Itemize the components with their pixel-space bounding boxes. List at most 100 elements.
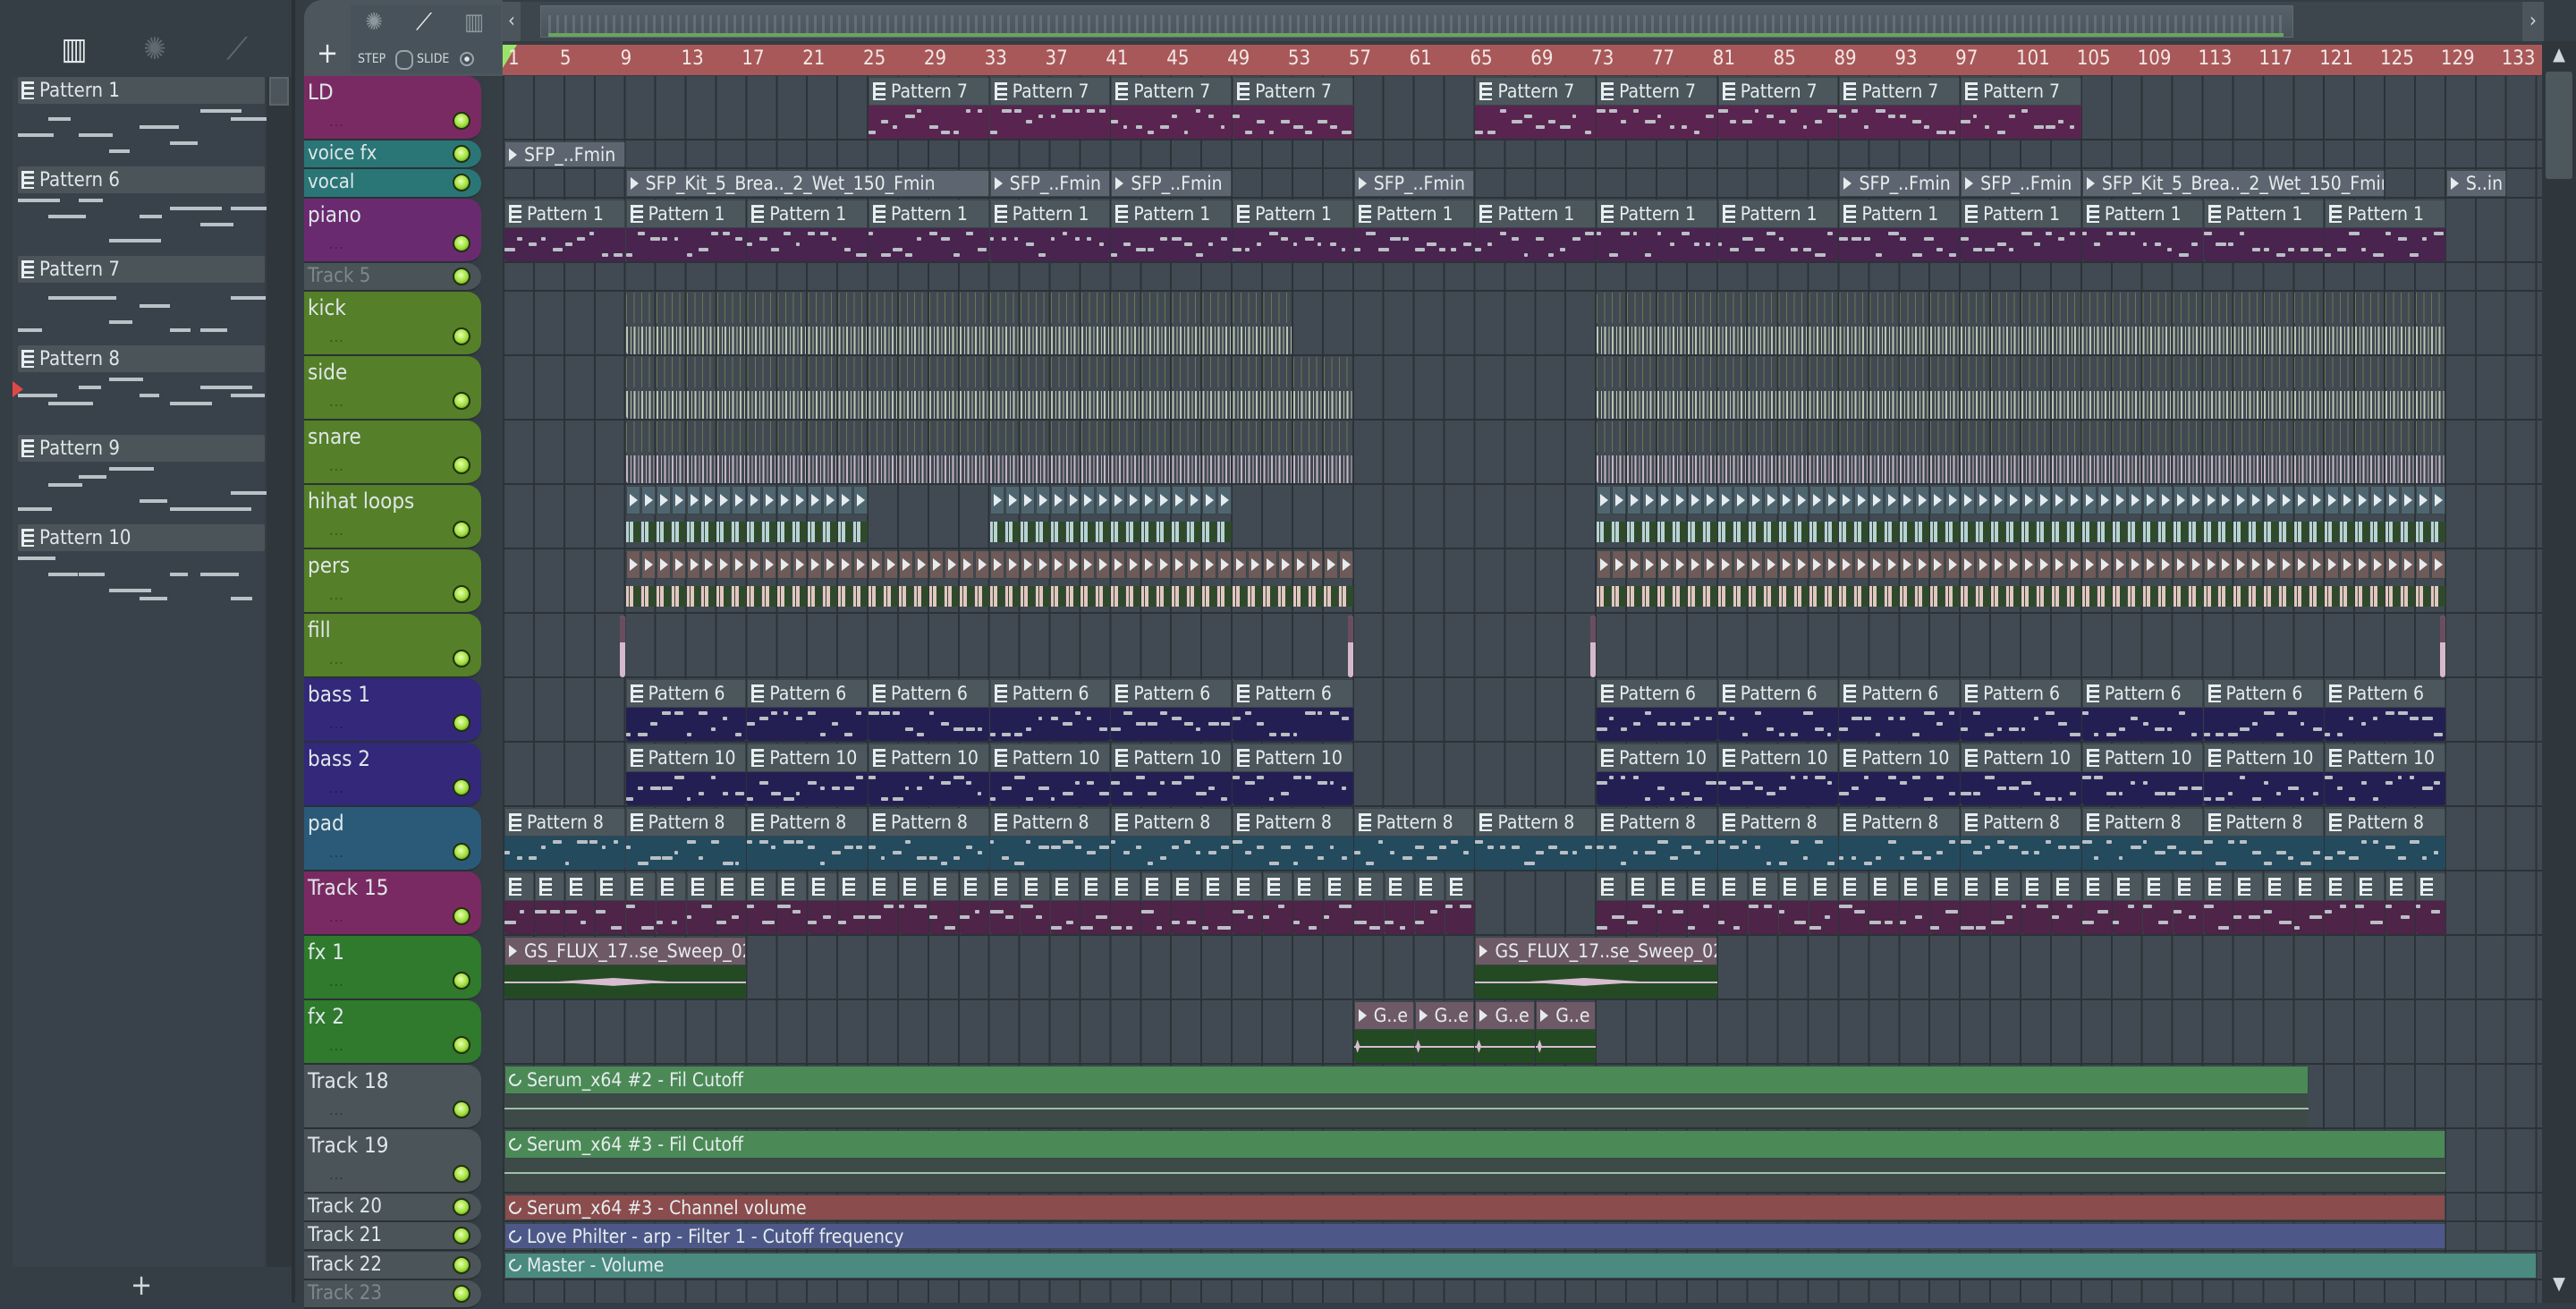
clip-header[interactable]: Pattern 10 [2203,743,2325,772]
clip-header[interactable] [1778,549,1793,579]
clip-header[interactable]: Pattern 1 [989,199,1111,228]
clip-header[interactable] [2066,485,2081,514]
track-options-dots[interactable]: ... [329,235,344,252]
clip-header[interactable] [1809,871,1839,901]
pattern-clip[interactable]: Pattern 10 [1111,743,1233,805]
pattern-clip[interactable] [716,871,747,934]
loop-clip[interactable] [2355,549,2370,612]
clip-header[interactable] [2340,485,2355,514]
clip-header[interactable] [1763,485,1778,514]
clip-header[interactable] [869,549,883,579]
auto-clip[interactable]: Serum_x64 #3 - Fil Cutoff [504,1129,2445,1192]
track-mute-led[interactable] [453,174,470,192]
clip-header[interactable] [2097,485,2112,514]
clip-header[interactable] [1612,549,1627,579]
pattern-clip[interactable] [898,871,928,934]
clip-header[interactable] [1248,549,1262,579]
clip-header[interactable]: G..e [1536,1000,1597,1030]
vertical-scroll-thumb[interactable] [2546,72,2572,179]
clip-header[interactable] [1187,549,1202,579]
clip-header[interactable] [1004,549,1020,579]
clip-header[interactable] [1991,485,2006,514]
clip-header[interactable] [2233,871,2264,901]
clip-header[interactable]: Pattern 10 [1597,743,1717,772]
loop-clip[interactable] [1778,549,1793,612]
loop-clip[interactable] [2233,485,2249,548]
clip-header[interactable]: GS_FLUX_17..se_Sweep_02 [504,936,747,965]
pattern-clip[interactable] [656,871,686,934]
loop-clip[interactable] [1717,485,1733,548]
track-header[interactable]: piano... [304,198,481,263]
clip-header[interactable] [1839,485,1854,514]
clip-header[interactable] [1414,871,1445,901]
clip-header[interactable]: Pattern 8 [1111,807,1233,837]
clip-header[interactable] [823,485,838,514]
auto-clip[interactable]: Serum_x64 #3 - Channel volume [504,1194,2445,1221]
track-header[interactable]: voice fx [304,140,481,170]
clip-header[interactable] [2249,549,2264,579]
clip-header[interactable]: Pattern 10 [869,743,989,772]
clip-header[interactable] [1733,485,1748,514]
loop-clip[interactable] [1202,485,1217,548]
track-header[interactable]: bass 1... [304,677,481,743]
clip-header[interactable] [2325,871,2355,901]
loop-clip[interactable] [2294,549,2309,612]
track-mute-led[interactable] [453,234,470,252]
loop-clip[interactable] [2051,485,2066,548]
loop-clip[interactable] [1004,549,1020,612]
pattern-clip[interactable] [1384,871,1414,934]
loop-clip[interactable] [762,549,777,612]
track-name[interactable]: LD [308,80,334,105]
track-options-dots[interactable]: ... [329,1101,344,1118]
pattern-clip[interactable]: Pattern 10 [1717,743,1839,805]
clip-header[interactable] [1961,871,1991,901]
clip-header[interactable] [1065,549,1080,579]
clip-header[interactable] [1263,871,1292,901]
loop-clip[interactable] [1809,549,1824,612]
loop-clip[interactable] [777,485,792,548]
loop-clip[interactable] [2340,485,2355,548]
clip-header[interactable] [1111,549,1126,579]
clip-header[interactable] [701,549,716,579]
loop-clip[interactable] [2021,549,2036,612]
loop-clip[interactable] [2415,549,2430,612]
clip-header[interactable] [959,871,989,901]
clip-header[interactable]: Pattern 1 [1111,199,1233,228]
clip-header[interactable]: Pattern 8 [625,807,747,837]
clip-header[interactable]: Pattern 10 [1839,743,1961,772]
clip-header[interactable] [1793,549,1809,579]
loop-clip[interactable] [792,549,808,612]
pattern-clip-icon[interactable]: ▥ [456,9,492,36]
clip-header[interactable] [2218,549,2233,579]
clip-header[interactable]: Pattern 10 [1111,743,1233,772]
loop-clip[interactable] [1672,485,1687,548]
loop-clip[interactable] [2021,485,2036,548]
loop-clip[interactable] [1263,549,1277,612]
clip-header[interactable] [898,549,913,579]
clip-header[interactable]: Pattern 1 [2203,199,2325,228]
loop-clip[interactable] [1080,549,1096,612]
loop-clip[interactable] [2173,485,2188,548]
audio-clip[interactable]: SFP_..Fmin [989,170,1111,197]
clip-header[interactable]: G..e [1353,1000,1414,1030]
pattern-clip[interactable]: Pattern 10 [1597,743,1717,805]
loop-clip[interactable] [656,549,671,612]
clip-header[interactable]: Pattern 6 [989,678,1111,708]
clip-header[interactable]: Pattern 7 [1597,77,1717,106]
scroll-right-button[interactable]: › [2522,2,2544,41]
loop-clip[interactable] [823,549,838,612]
loop-clip[interactable] [2325,485,2340,548]
clip-header[interactable] [2188,549,2203,579]
loop-clip[interactable] [1976,485,1991,548]
clip-header[interactable] [1141,485,1157,514]
clip-header[interactable] [1839,549,1854,579]
clip-header[interactable] [2430,549,2445,579]
clip-header[interactable] [2294,549,2309,579]
loop-clip[interactable] [2127,549,2142,612]
fill-clip[interactable] [619,615,625,677]
clip-header[interactable] [2051,871,2081,901]
clip-header[interactable]: Pattern 6 [1839,678,1961,708]
track-options-dots[interactable]: ... [329,328,344,345]
add-pattern-button[interactable]: + [125,1271,157,1299]
clip-header[interactable] [1157,549,1172,579]
